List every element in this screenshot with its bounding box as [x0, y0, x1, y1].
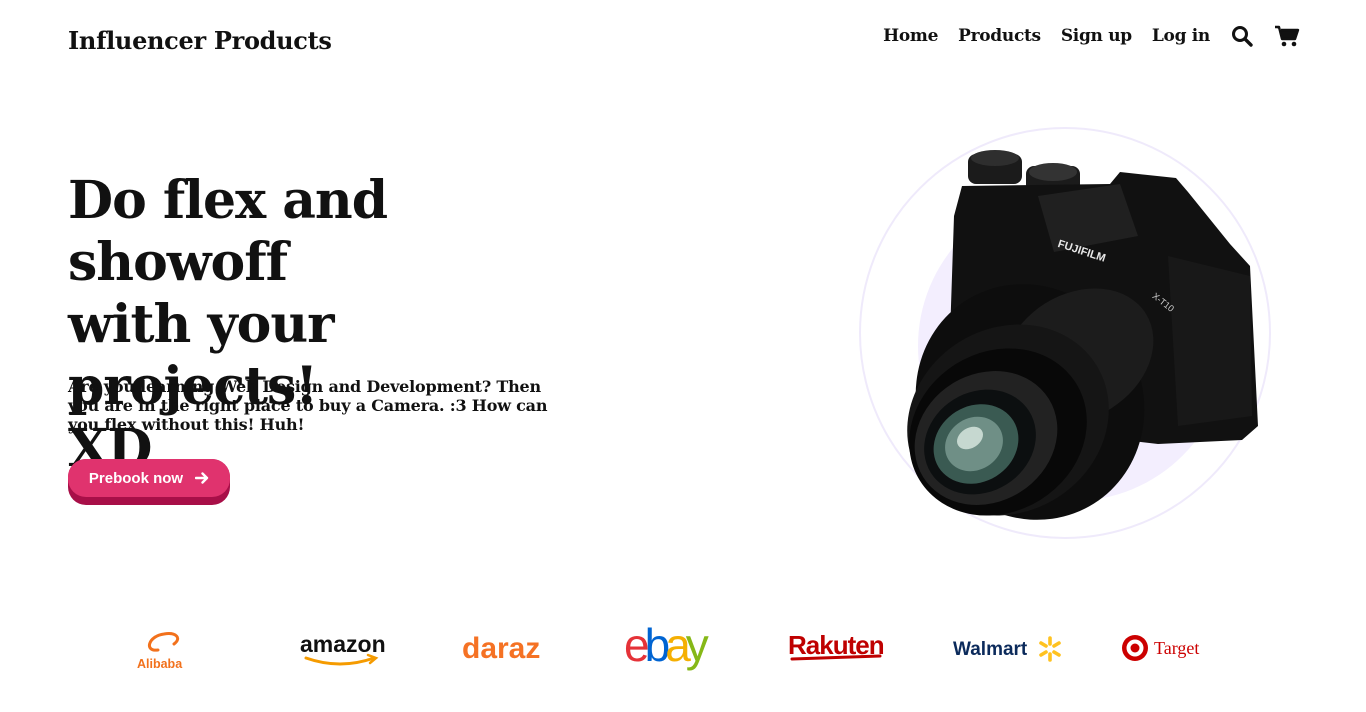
walmart-logo[interactable]: Walmart: [950, 615, 1068, 679]
svg-text:ebay: ebay: [624, 619, 709, 671]
prebook-now-label: Prebook now: [88, 469, 184, 487]
nav-signup-link[interactable]: Sign up: [1061, 26, 1132, 46]
daraz-logo-text: daraz: [462, 632, 540, 665]
alibaba-logo[interactable]: Alibaba: [130, 615, 200, 679]
hero-title-line: Do flex and showoff: [68, 170, 388, 293]
ebay-letter-y: y: [686, 619, 709, 671]
rakuten-logo[interactable]: Rakuten: [786, 615, 892, 679]
main-nav: Home Products Sign up Log in: [883, 24, 1300, 48]
amazon-logo[interactable]: amazon: [296, 615, 390, 679]
ebay-logo[interactable]: ebay: [624, 615, 728, 679]
walmart-logo-text: Walmart: [953, 639, 1028, 660]
arrow-right-icon: [195, 472, 209, 484]
prebook-now-button-face: Prebook now: [68, 459, 230, 497]
hero-description: Are you learning Web Design and Developm…: [68, 377, 548, 434]
camera-image: FUJIFILM X-T10: [859, 127, 1271, 539]
walmart-spark-icon: [1039, 636, 1061, 662]
prebook-now-button[interactable]: Prebook now: [68, 459, 230, 505]
target-logo-text: Target: [1154, 638, 1199, 658]
nav-products-link[interactable]: Products: [958, 26, 1041, 46]
daraz-logo[interactable]: daraz: [460, 615, 552, 679]
brand-logo-text[interactable]: Influencer Products: [68, 26, 332, 55]
alibaba-logo-text: Alibaba: [137, 657, 183, 671]
nav-home-link[interactable]: Home: [883, 26, 938, 46]
search-icon[interactable]: [1230, 24, 1254, 48]
hero-camera-visual: FUJIFILM X-T10: [858, 126, 1272, 540]
cart-icon[interactable]: [1274, 24, 1300, 48]
nav-login-link[interactable]: Log in: [1152, 26, 1210, 46]
target-logo[interactable]: Target: [1118, 615, 1210, 679]
partner-logos: Alibaba amazon daraz ebay Rakuten Walmar…: [0, 615, 1366, 679]
amazon-logo-text: amazon: [300, 631, 386, 657]
target-bullseye-icon: [1122, 635, 1148, 661]
site-header: Influencer Products Home Products Sign u…: [0, 0, 1366, 80]
